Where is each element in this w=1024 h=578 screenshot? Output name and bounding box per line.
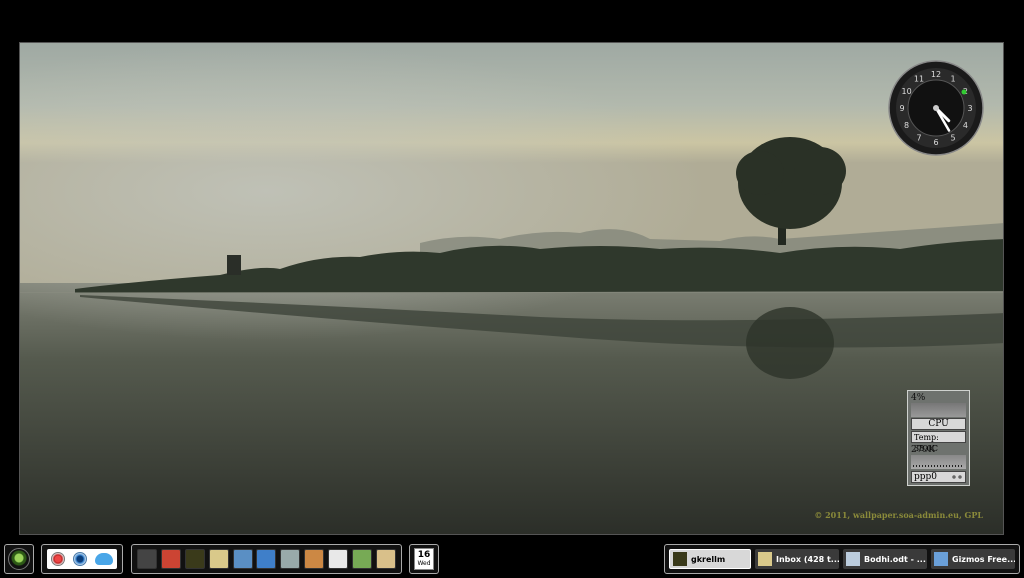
clock-numeral: 1 (950, 75, 955, 84)
task-label: Gizmos Free... (952, 554, 1015, 564)
network-rate: 279K (911, 445, 935, 455)
wallpaper-credit: © 2011, wallpaper.soa-admin.eu, GPL (814, 510, 983, 520)
task-label: Bodhi.odt - ... (864, 554, 926, 564)
network-led-icon (952, 475, 962, 479)
cards-icon[interactable] (328, 549, 349, 569)
task-app-icon (758, 552, 772, 566)
cpu-percent: 4% (911, 393, 926, 403)
cpu-label[interactable]: CPU (911, 418, 966, 430)
task-button[interactable]: gkrellm (669, 549, 751, 569)
clock-numeral: 10 (902, 87, 912, 96)
mahjong-icon[interactable] (375, 549, 396, 569)
clock-gizmo[interactable]: 121234567891011 (888, 60, 984, 156)
menu-shelf (4, 544, 34, 574)
network-icon[interactable] (256, 549, 277, 569)
task-button[interactable]: Gizmos Free... (931, 549, 1015, 569)
cpu-temperature: Temp: 38.0C (911, 431, 966, 453)
cpu-monitor-gizmo[interactable]: 4% CPU Temp: 38.0C 279K ppp0 (907, 390, 970, 486)
eye-icon[interactable] (73, 552, 87, 566)
task-app-icon (846, 552, 860, 566)
calendar-day: 16 (417, 550, 431, 560)
radiation-icon[interactable] (160, 549, 181, 569)
launcher-group (47, 549, 117, 569)
clock-numeral: 12 (931, 70, 941, 79)
task-button[interactable]: Inbox (428 t... (755, 549, 839, 569)
menu-orb-icon[interactable] (8, 548, 30, 570)
disc-icon[interactable] (232, 549, 253, 569)
chart-icon[interactable] (352, 549, 373, 569)
notes-icon[interactable] (208, 549, 229, 569)
clock-numeral: 4 (963, 121, 968, 130)
task-list-shelf: gkrellm Inbox (428 t... Bodhi.odt - ... Giz… (664, 544, 1020, 574)
compass-icon[interactable] (51, 552, 65, 566)
apps-shelf (131, 544, 402, 574)
calendar-icon[interactable]: 16 Wed (414, 548, 434, 570)
task-label: gkrellm (691, 554, 726, 564)
calendar-shelf: 16 Wed (409, 544, 439, 574)
clock-numeral: 6 (933, 138, 938, 147)
clock-numeral: 7 (916, 133, 921, 142)
network-interface[interactable]: ppp0 (911, 471, 966, 483)
desktop-wallpaper: © 2011, wallpaper.soa-admin.eu, GPL (19, 42, 1004, 535)
wallpaper-landscape (20, 43, 1003, 534)
task-label: Inbox (428 t... (776, 554, 839, 564)
bird-icon[interactable] (95, 553, 113, 565)
taskbar: 16 Wed gkrellm Inbox (428 t... Bodhi.odt -… (0, 540, 1024, 578)
clock-numeral: 8 (904, 121, 909, 130)
terminal-icon[interactable] (137, 549, 157, 569)
network-interface-label: ppp0 (914, 472, 938, 482)
drive-icon[interactable] (280, 549, 301, 569)
cpu-graph (911, 403, 966, 417)
clock-numeral: 3 (967, 104, 972, 113)
launcher-shelf (41, 544, 123, 574)
task-list: gkrellm Inbox (428 t... Bodhi.odt - ... Giz… (669, 548, 1015, 570)
apps-row (135, 548, 398, 570)
desktop-screen: © 2011, wallpaper.soa-admin.eu, GPL 12 1 2… (0, 0, 1024, 578)
network-graph (911, 455, 966, 469)
calendar-weekday: Wed (417, 560, 431, 567)
task-app-icon (673, 552, 687, 566)
task-app-icon (934, 552, 948, 566)
clock-numeral: 9 (899, 104, 904, 113)
clock-numeral: 11 (914, 75, 924, 84)
task-button[interactable]: Bodhi.odt - ... (843, 549, 927, 569)
monitor-icon[interactable] (184, 549, 205, 569)
clock-numeral: 5 (950, 133, 955, 142)
download-icon[interactable] (304, 549, 325, 569)
